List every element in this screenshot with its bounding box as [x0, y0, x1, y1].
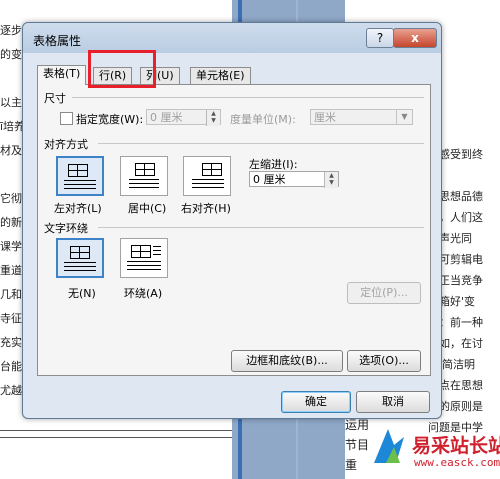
help-button[interactable]: ? [366, 28, 394, 48]
wrap-none-label: 无(N) [68, 287, 96, 300]
watermark: 易采站长站 www.easck.com [372, 423, 500, 475]
document-bottom-text: 运用 节目 重 [345, 415, 369, 475]
options-button[interactable]: 选项(O)... [347, 350, 421, 372]
table-tab-panel: 尺寸 指定宽度(W): 0 厘米 ▲ ▼ 度量单位(M): 厘米 ▼ 对齐方式 左… [37, 84, 431, 376]
align-center-button[interactable] [120, 156, 168, 196]
wrapping-section-label: 文字环绕 [44, 222, 88, 235]
document-rule [0, 430, 232, 431]
document-line: 的新 [0, 216, 22, 229]
tab-cell[interactable]: 单元格(E) [190, 67, 251, 84]
document-line: 节目 [345, 438, 370, 452]
align-right-button[interactable] [183, 156, 231, 196]
align-right-label: 右对齐(H) [181, 202, 231, 215]
chevron-down-icon: ▼ [396, 110, 412, 124]
document-line: 材及 [0, 144, 22, 157]
alignment-section-label: 对齐方式 [44, 138, 88, 151]
left-indent-value: 0 厘米 [253, 173, 286, 186]
preferred-width-label: 指定宽度(W): [76, 113, 144, 126]
left-indent-label: 左缩进(I): [249, 158, 298, 171]
ok-button[interactable]: 确定 [281, 391, 351, 413]
document-line: 它彻 [0, 192, 22, 205]
section-divider [98, 227, 424, 228]
watermark-logo-icon [374, 429, 404, 463]
align-left-button[interactable] [56, 156, 104, 196]
table-properties-dialog: 表格属性 ? x 表格(T) 行(R) 列(U) 单元格(E) 尺寸 指定宽度(… [22, 22, 442, 419]
measure-unit-select[interactable]: 厘米 ▼ [310, 109, 413, 125]
indent-spinner[interactable]: ▲ ▼ [324, 172, 338, 188]
measure-unit-label: 度量单位(M): [230, 113, 296, 126]
preferred-width-value: 0 厘米 [150, 111, 183, 124]
align-center-label: 居中(C) [128, 202, 167, 215]
section-divider [72, 97, 424, 98]
document-line: 重道 [0, 264, 22, 277]
document-rule [0, 437, 232, 438]
dialog-title: 表格属性 [33, 34, 82, 48]
section-divider [98, 143, 424, 144]
document-line: 重 [345, 458, 358, 472]
annotation-highlight-box [88, 50, 156, 88]
width-spinner[interactable]: ▲ ▼ [206, 110, 220, 126]
table-left-icon [68, 164, 88, 177]
wrap-around-button[interactable] [120, 238, 168, 278]
cancel-button[interactable]: 取消 [356, 391, 430, 413]
close-button[interactable]: x [393, 28, 437, 48]
preferred-width-input[interactable]: 0 厘米 ▲ ▼ [146, 109, 221, 126]
watermark-title: 易采站长站 [412, 435, 500, 457]
watermark-url: www.easck.com [414, 456, 500, 469]
dialog-titlebar: 表格属性 ? x [23, 23, 441, 53]
align-left-label: 左对齐(L) [54, 202, 102, 215]
wrap-none-icon [70, 246, 90, 259]
table-center-icon [135, 163, 155, 176]
position-button[interactable]: 定位(P)... [347, 282, 421, 304]
wrap-around-icon [131, 245, 151, 258]
measure-unit-value: 厘米 [314, 111, 336, 124]
left-indent-input[interactable]: 0 厘米 ▲ ▼ [249, 171, 339, 188]
size-section-label: 尺寸 [44, 92, 66, 105]
table-right-icon [202, 163, 222, 176]
tab-table[interactable]: 表格(T) [37, 65, 87, 85]
wrap-around-label: 环绕(A) [124, 287, 163, 300]
preferred-width-checkbox[interactable] [60, 112, 73, 125]
wrap-none-button[interactable] [56, 238, 104, 278]
borders-shading-button[interactable]: 边框和底纹(B)... [231, 350, 343, 372]
